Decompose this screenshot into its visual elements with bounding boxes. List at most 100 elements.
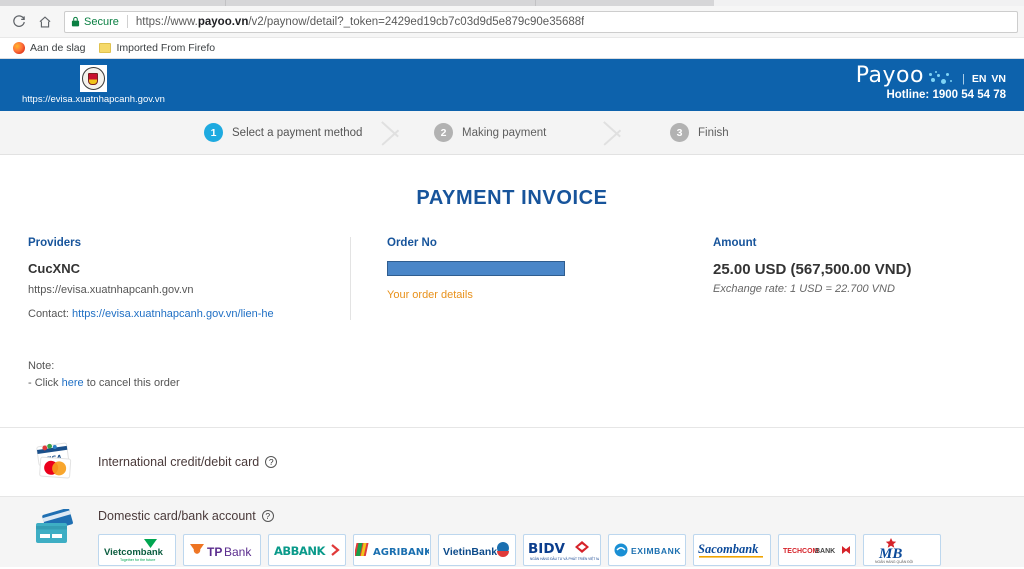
firefox-icon [13,42,25,54]
bank-option-vietcombank[interactable]: Vietcombank Together for the future [98,534,176,566]
provider-url: https://evisa.xuatnhapcanh.gov.vn [28,284,194,296]
note-suffix: to cancel this order [83,376,180,389]
international-card-label: International credit/debit card [98,455,260,469]
provider-contact: Contact: https://evisa.xuatnhapcanh.gov.… [28,308,350,320]
international-card-label-row: International credit/debit card ? [98,455,1024,469]
browser-toolbar: Secure https://www.payoo.vn/v2/paynow/de… [0,6,1024,38]
address-bar[interactable]: Secure https://www.payoo.vn/v2/paynow/de… [64,10,1018,33]
svg-text:Together for the future: Together for the future [120,558,155,562]
step-label: Making payment [462,126,547,139]
bank-option-sacombank[interactable]: Sacombank [693,534,771,566]
help-icon[interactable]: ? [261,510,274,522]
amount-heading: Amount [713,237,757,249]
bank-option-eximbank[interactable]: EXIMBANK [608,534,686,566]
site-header: https://evisa.xuatnhapcanh.gov.vn Payoo … [0,59,1024,111]
step-chevron-icon [600,111,634,155]
bank-cards-icon [32,508,98,547]
lock-icon [71,16,80,27]
merchant-url: https://evisa.xuatnhapcanh.gov.vn [22,94,165,105]
step-chevron-icon [378,111,412,155]
hotline-text: Hotline: 1900 54 54 78 [886,89,1006,101]
amount-column: Amount 25.00 USD (567,500.00 VND) Exchan… [685,237,996,320]
tab-separator [535,0,536,6]
providers-column: Providers CucXNC https://evisa.xuatnhapc… [28,237,350,320]
home-icon[interactable] [32,9,58,35]
vietnam-government-emblem-icon [79,65,107,92]
contact-label: Contact: [28,308,69,320]
bookmark-imported-from-firefox[interactable]: Imported From Firefo [94,41,220,55]
provider-name: CucXNC [28,261,81,276]
merchant-branding: https://evisa.xuatnhapcanh.gov.vn [22,65,165,105]
step-number: 3 [670,123,689,142]
lang-en-link[interactable]: EN [972,73,987,85]
svg-text:NGÂN HÀNG ĐẦU TƯ VÀ PHÁT TRIỂN: NGÂN HÀNG ĐẦU TƯ VÀ PHÁT TRIỂN VIỆT NAM [530,556,599,561]
bank-option-agribank[interactable]: AGRIBANK [353,534,431,566]
url-suffix: /v2/paynow/detail?_token=2429ed19cb7c03d… [248,15,585,28]
step-number: 1 [204,123,223,142]
help-icon[interactable]: ? [265,456,278,468]
bank-option-abbank[interactable]: ABBANK [268,534,346,566]
tab-separator [225,0,226,6]
payment-methods: VISA International credit/debit card ? [0,427,1024,567]
note-block: Note: - Click here to cancel this order [0,358,1024,391]
secure-label: Secure [84,15,119,28]
svg-text:Sacombank: Sacombank [698,542,759,556]
url-prefix: https://www. [135,15,198,28]
bank-option-tpbank[interactable]: TP Bank [183,534,261,566]
lang-separator: | [961,73,965,85]
svg-text:TECHCOM: TECHCOM [783,548,819,555]
folder-icon [99,43,112,53]
bookmark-label: Imported From Firefo [116,42,216,54]
svg-text:AGRIBANK: AGRIBANK [373,547,429,558]
header-right-block: Payoo | EN VN Hotline: 1900 54 54 78 [856,65,1006,102]
method-domestic-card[interactable]: Domestic card/bank account ? Vietcombank… [0,496,1024,567]
url-text: https://www.payoo.vn/v2/paynow/detail?_t… [136,16,585,28]
page-viewport: https://evisa.xuatnhapcanh.gov.vn Payoo … [0,59,1024,567]
bookmark-label: Aan de slag [30,42,86,54]
domestic-card-label: Domestic card/bank account [98,509,256,523]
step-making-payment: 2 Making payment [434,123,546,142]
step-indicator: 1 Select a payment method 2 Making payme… [0,111,1024,155]
note-prefix: - Click [28,376,62,389]
cancel-order-link[interactable]: here [62,377,84,389]
svg-text:ABBANK: ABBANK [274,544,326,558]
exchange-rate: Exchange rate: 1 USD = 22.700 VND [713,283,895,295]
step-label: Select a payment method [232,126,363,139]
note-line: - Click here to cancel this order [28,375,996,392]
bank-option-bidv[interactable]: BIDV NGÂN HÀNG ĐẦU TƯ VÀ PHÁT TRIỂN VIỆT… [523,534,601,566]
browser-tab-strip[interactable] [0,0,1024,6]
bank-option-mb[interactable]: MB NGÂN HÀNG QUÂN ĐỘI [863,534,941,566]
omnibox-divider [126,15,128,28]
lang-vn-link[interactable]: VN [991,73,1006,85]
order-column: Order No Your order details [350,237,685,320]
order-heading: Order No [387,237,437,249]
svg-text:VietinBank: VietinBank [443,546,497,558]
bookmarks-bar: Aan de slag Imported From Firefo [0,38,1024,59]
step-label: Finish [698,126,729,139]
note-heading: Note: [28,360,55,372]
reload-icon[interactable] [6,9,32,35]
step-select-payment-method[interactable]: 1 Select a payment method [204,123,362,142]
url-domain: payoo.vn [197,15,249,28]
svg-text:TP: TP [207,545,222,559]
providers-heading: Providers [28,237,82,249]
page-title: PAYMENT INVOICE [416,187,608,209]
method-international-card[interactable]: VISA International credit/debit card ? [0,427,1024,496]
invoice-columns: Providers CucXNC https://evisa.xuatnhapc… [0,237,1024,320]
bank-option-vietinbank[interactable]: VietinBank [438,534,516,566]
step-number: 2 [434,123,453,142]
payoo-logo[interactable]: Payoo [856,65,924,87]
svg-text:NGÂN HÀNG QUÂN ĐỘI: NGÂN HÀNG QUÂN ĐỘI [875,559,913,564]
bookmark-aan-de-slag[interactable]: Aan de slag [8,41,90,55]
svg-text:EXIMBANK: EXIMBANK [631,546,681,556]
bank-option-techcombank[interactable]: TECHCOM BANK [778,534,856,566]
svg-text:BIDV: BIDV [528,541,566,557]
contact-link[interactable]: https://evisa.xuatnhapcanh.gov.vn/lien-h… [72,308,274,320]
svg-text:BANK: BANK [815,548,835,555]
svg-text:Bank: Bank [224,545,252,559]
amount-value: 25.00 USD (567,500.00 VND) [713,261,912,278]
domestic-card-label-row: Domestic card/bank account ? [98,509,1024,523]
visa-mastercard-cards-icon: VISA [32,442,98,482]
order-details-link[interactable]: Your order details [387,289,473,301]
tab-strip-empty-area [714,0,1024,6]
